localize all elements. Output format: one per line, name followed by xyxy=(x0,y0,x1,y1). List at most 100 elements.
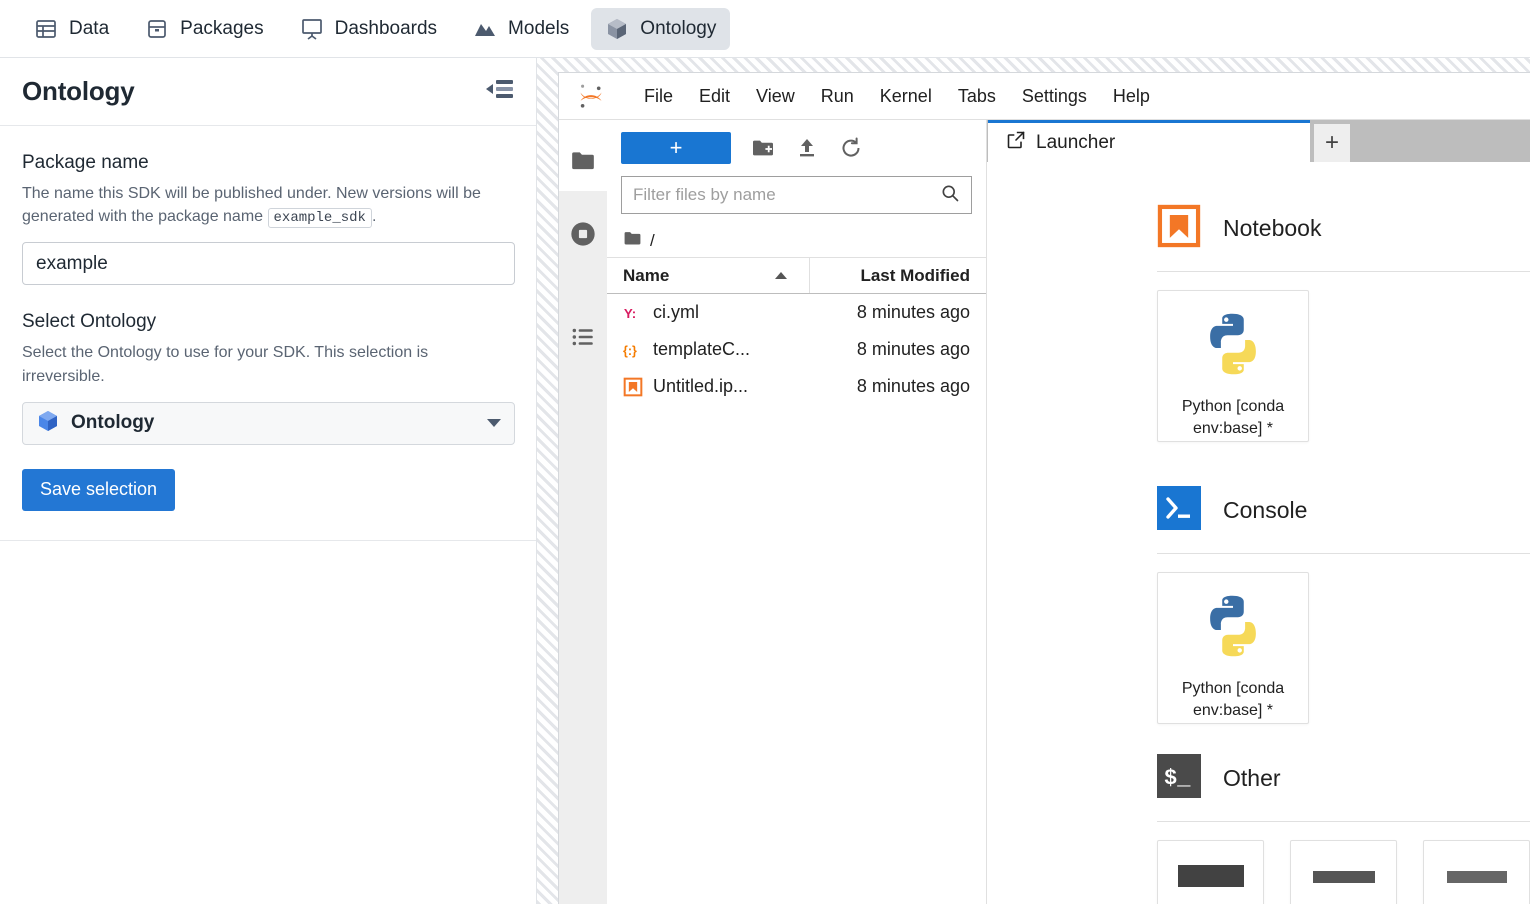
launch-card-label: Python [conda env:base] * xyxy=(1181,398,1285,437)
new-folder-icon[interactable] xyxy=(751,136,775,160)
launch-card-other[interactable] xyxy=(1423,840,1530,904)
file-modified: 8 minutes ago xyxy=(856,302,970,322)
launcher-card-row-other xyxy=(1157,840,1530,904)
menu-help[interactable]: Help xyxy=(1100,73,1163,120)
table-row[interactable]: Untitled.ip... 8 minutes ago xyxy=(607,368,986,405)
package-name-input[interactable] xyxy=(22,242,515,286)
terminal-card-icon xyxy=(1177,865,1244,887)
section-divider xyxy=(1157,271,1530,272)
search-input[interactable] xyxy=(633,185,940,205)
nav-item-ontology[interactable]: Ontology xyxy=(591,7,731,50)
section-title: Console xyxy=(1223,497,1308,523)
upload-icon[interactable] xyxy=(795,136,819,160)
breadcrumb[interactable]: / xyxy=(607,224,986,258)
dashboard-icon xyxy=(300,17,324,41)
file-name: templateC... xyxy=(653,339,751,359)
table-row[interactable]: {:} templateC... 8 minutes ago xyxy=(607,331,986,368)
save-selection-button[interactable]: Save selection xyxy=(22,468,176,511)
new-launcher-button[interactable]: + xyxy=(621,132,731,164)
file-browser-toolbar: + xyxy=(607,120,986,176)
terminal-icon: $_ xyxy=(1157,754,1201,803)
collapse-panel-icon[interactable] xyxy=(486,78,514,105)
ontology-select-dropdown[interactable]: Ontology xyxy=(22,401,515,445)
text-file-card-icon xyxy=(1312,871,1375,883)
package-name-code-sample: example_sdk xyxy=(267,208,372,229)
jupyter-logo xyxy=(577,82,605,110)
ontology-panel-header: Ontology xyxy=(0,58,536,126)
select-ontology-label: Select Ontology xyxy=(22,311,157,333)
nav-item-label: Ontology xyxy=(640,17,717,39)
dock-tab-bar: Launcher + xyxy=(987,120,1530,162)
file-name: Untitled.ip... xyxy=(653,376,749,396)
launcher-section-other-header: $_ Other xyxy=(1157,754,1530,803)
menu-settings[interactable]: Settings xyxy=(1009,73,1100,120)
menu-kernel[interactable]: Kernel xyxy=(867,73,945,120)
file-modified: 8 minutes ago xyxy=(856,339,970,359)
column-header-last-modified[interactable]: Last Modified xyxy=(810,266,986,286)
table-icon xyxy=(34,17,58,41)
nav-item-packages[interactable]: Packages xyxy=(131,8,277,50)
column-header-name-label: Name xyxy=(623,265,670,285)
file-name-cell: Y: ci.yml xyxy=(607,302,810,323)
file-name-cell: {:} templateC... xyxy=(607,339,810,360)
yaml-icon: Y: xyxy=(623,303,643,323)
search-icon[interactable] xyxy=(940,183,960,208)
nav-item-label: Packages xyxy=(180,17,264,39)
file-name: ci.yml xyxy=(653,302,699,322)
nav-item-dashboards[interactable]: Dashboards xyxy=(286,8,451,50)
sidebar-item-table-of-contents[interactable] xyxy=(559,312,607,367)
svg-text:{:}: {:} xyxy=(623,344,637,358)
file-name-cell: Untitled.ip... xyxy=(607,376,810,397)
tab-launcher[interactable]: Launcher xyxy=(988,120,1310,162)
svg-text:$_: $_ xyxy=(1164,766,1191,791)
menu-edit[interactable]: Edit xyxy=(686,73,743,120)
launch-card-text-file[interactable] xyxy=(1290,840,1397,904)
package-name-label: Package name xyxy=(22,152,149,173)
json-icon: {:} xyxy=(623,340,643,360)
other-card-icon xyxy=(1446,871,1507,883)
column-header-name[interactable]: Name xyxy=(607,258,810,293)
menu-file[interactable]: File xyxy=(631,73,686,120)
add-tab-button[interactable]: + xyxy=(1314,124,1350,162)
sort-ascending-icon xyxy=(775,272,787,279)
launch-card-terminal[interactable] xyxy=(1157,840,1264,904)
section-divider xyxy=(1157,821,1530,822)
file-modified: 8 minutes ago xyxy=(856,376,970,396)
refresh-icon[interactable] xyxy=(839,136,863,160)
ontology-side-panel: Ontology Package name The name this SDK … xyxy=(0,58,537,904)
main-content-area: Ontology Package name The name this SDK … xyxy=(0,58,1530,904)
table-row[interactable]: Y: ci.yml 8 minutes ago xyxy=(607,294,986,331)
menu-tabs[interactable]: Tabs xyxy=(945,73,1009,120)
launch-card-python-notebook[interactable]: Python [conda env:base] * xyxy=(1157,290,1309,442)
ontology-panel-body: Package name The name this SDK will be p… xyxy=(0,126,536,511)
package-icon xyxy=(145,17,169,41)
file-filter-box[interactable] xyxy=(621,176,972,214)
sidebar-item-file-browser[interactable] xyxy=(559,136,607,191)
page-title: Ontology xyxy=(22,76,135,106)
launch-card-label: Python [conda env:base] * xyxy=(1181,680,1285,719)
folder-icon xyxy=(623,229,642,253)
models-icon xyxy=(473,17,497,41)
nav-item-models[interactable]: Models xyxy=(459,8,583,50)
sidebar-item-running-terminals[interactable] xyxy=(559,209,607,264)
notebook-icon xyxy=(1157,204,1201,253)
nav-item-data[interactable]: Data xyxy=(20,8,123,50)
launcher-section-console-header: Console xyxy=(1157,486,1530,535)
jupyter-left-rail xyxy=(559,120,607,904)
nav-item-label: Data xyxy=(69,17,110,39)
menu-run[interactable]: Run xyxy=(808,73,867,120)
svg-text:Y:: Y: xyxy=(624,306,636,321)
section-title: Notebook xyxy=(1223,215,1322,241)
python-logo xyxy=(1196,589,1270,668)
section-divider xyxy=(1157,553,1530,554)
console-icon xyxy=(1157,486,1201,535)
top-navigation-bar: Data Packages Dashboards Models Ontology xyxy=(0,0,1530,58)
launch-card-python-console[interactable]: Python [conda env:base] * xyxy=(1157,572,1309,724)
breadcrumb-path: / xyxy=(650,230,655,250)
menu-view[interactable]: View xyxy=(743,73,808,120)
chevron-down-icon xyxy=(487,419,501,428)
launcher-section-notebook-header: Notebook xyxy=(1157,204,1530,253)
nav-item-label: Models xyxy=(508,17,570,39)
select-ontology-description: Select the Ontology to use for your SDK.… xyxy=(22,344,429,385)
cube-icon xyxy=(36,409,60,438)
